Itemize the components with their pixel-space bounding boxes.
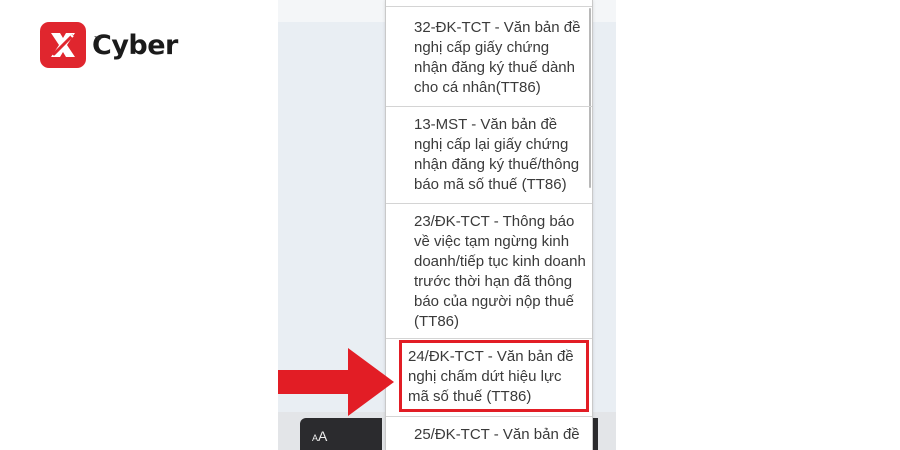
option-divider: [386, 106, 592, 107]
text-size-button[interactable]: AA: [300, 418, 382, 450]
dropdown-option-23-dk-tct[interactable]: 23/ĐK-TCT - Thông báo về việc tạm ngừng …: [386, 212, 592, 332]
option-divider: [386, 6, 592, 7]
text-size-large-icon: A: [318, 428, 328, 444]
brand-logo: Cyber: [40, 22, 178, 68]
option-divider: [386, 338, 592, 339]
brand-name: Cyber: [92, 29, 178, 61]
option-divider: [386, 416, 592, 417]
option-divider: [386, 203, 592, 204]
red-arrow-icon: [278, 348, 394, 416]
cyber-logo-icon: [40, 22, 86, 68]
brand-trademark: TM: [94, 36, 102, 42]
dropdown-option-32-dk-tct[interactable]: 32-ĐK-TCT - Văn bản đề nghị cấp giấy chứ…: [386, 18, 592, 98]
dropdown-option-13-mst[interactable]: 13-MST - Văn bản đề nghị cấp lại giấy ch…: [386, 115, 592, 195]
selected-option-highlight: [399, 340, 589, 412]
dropdown-option-25-dk-tct[interactable]: 25/ĐK-TCT - Văn bản đề: [386, 425, 592, 445]
